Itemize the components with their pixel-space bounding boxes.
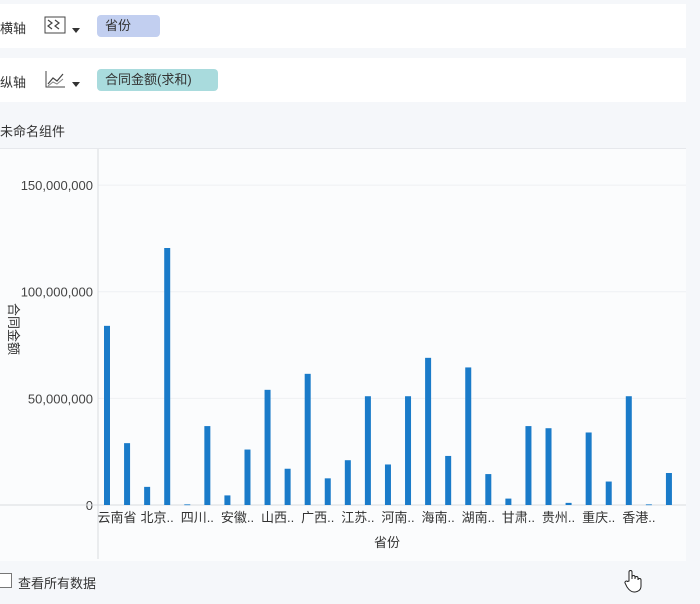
bar	[505, 498, 512, 505]
y-axis-dropdown-icon[interactable]	[72, 82, 80, 87]
bar	[645, 504, 652, 506]
x-tick-label: 云南省	[98, 510, 137, 525]
show-all-data-checkbox[interactable]	[0, 573, 12, 588]
bar	[525, 426, 532, 505]
x-tick-label: 重庆..	[582, 510, 615, 525]
bar	[224, 495, 231, 505]
bar	[605, 481, 612, 505]
bar	[244, 449, 251, 505]
x-tick-label: 北京..	[141, 510, 174, 525]
y-axis-row: 纵轴 合同金额(求和)	[0, 58, 686, 102]
bar	[665, 473, 672, 505]
x-axis-field-pill[interactable]: 省份	[97, 15, 160, 37]
x-axis-label: 横轴	[0, 21, 27, 36]
bar	[344, 460, 351, 505]
bar	[565, 502, 572, 505]
bar	[144, 486, 151, 505]
x-tick-label: 广西..	[301, 510, 334, 525]
y-axis-title: 合同金额	[6, 303, 21, 355]
bar	[324, 478, 331, 505]
y-axis-field-pill[interactable]: 合同金额(求和)	[97, 69, 218, 91]
bar	[384, 464, 391, 505]
hand-cursor-icon	[624, 570, 642, 593]
x-axis-title: 省份	[374, 535, 400, 550]
bar	[465, 367, 472, 505]
bar	[545, 428, 552, 505]
bar	[184, 504, 191, 506]
y-tick-label: 50,000,000	[28, 391, 93, 406]
chart-area: 050,000,000100,000,000150,000,000云南省北京..…	[0, 148, 686, 561]
x-axis-row: 横轴 省份	[0, 4, 686, 48]
bar	[124, 443, 131, 505]
bar	[104, 325, 110, 505]
bar	[425, 357, 432, 505]
x-tick-label: 江苏..	[341, 510, 374, 525]
y-tick-label: 100,000,000	[21, 285, 93, 300]
x-axis-chart-type-icon[interactable]	[44, 15, 66, 35]
x-axis-dropdown-icon[interactable]	[72, 28, 80, 33]
x-tick-label: 海南..	[422, 510, 455, 525]
component-title[interactable]: 未命名组件	[0, 121, 65, 140]
bar	[485, 474, 492, 505]
bar	[264, 389, 271, 505]
x-tick-label: 河南..	[381, 510, 414, 525]
x-tick-label: 湖南..	[462, 510, 495, 525]
x-tick-label: 贵州..	[542, 510, 575, 525]
bar	[304, 373, 311, 505]
bar	[585, 432, 592, 505]
show-all-data-label: 查看所有数据	[18, 576, 97, 591]
y-axis-label: 纵轴	[0, 75, 27, 90]
x-tick-label: 香港..	[622, 510, 655, 525]
bar	[284, 468, 291, 505]
bar	[204, 426, 211, 505]
x-tick-label: 安徽..	[221, 510, 254, 525]
bar	[405, 396, 412, 505]
x-tick-label: 甘肃..	[502, 510, 535, 525]
bar	[364, 396, 371, 505]
bar	[445, 455, 452, 505]
y-tick-label: 150,000,000	[21, 178, 93, 193]
bar	[164, 247, 171, 505]
bar-chart: 050,000,000100,000,000150,000,000云南省北京..…	[0, 149, 686, 559]
y-axis-line-chart-icon[interactable]	[44, 69, 66, 89]
bar	[625, 396, 632, 505]
x-tick-label: 四川..	[181, 510, 214, 525]
x-tick-label: 山西..	[261, 510, 294, 525]
